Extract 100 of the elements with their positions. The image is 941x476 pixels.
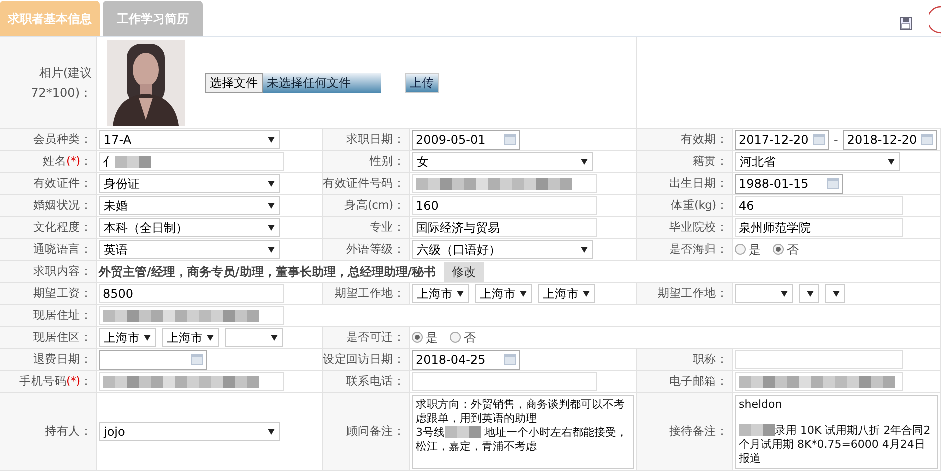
- field-label: 身高(cm)：: [344, 196, 405, 214]
- dropdown[interactable]: 女: [412, 152, 593, 171]
- field-label: 设定回访日期：: [323, 350, 405, 368]
- field-label: 专业：: [370, 218, 405, 236]
- input-field[interactable]: [412, 372, 597, 391]
- dropdown-arrow-icon: [520, 290, 527, 296]
- textarea-field[interactable]: sheldon 录用 10K 试用期八折 2年合同2个月试用期 8K*0.75=6000 4月24日报道: [735, 394, 938, 468]
- save-icon[interactable]: [900, 17, 912, 30]
- dropdown-arrow-icon: [268, 428, 275, 434]
- input-field[interactable]: 160: [412, 196, 597, 215]
- radio-option[interactable]: 否: [773, 240, 799, 258]
- calendar-icon[interactable]: [827, 178, 839, 189]
- date-field[interactable]: 2017-12-20: [735, 130, 829, 150]
- calendar-icon[interactable]: [813, 134, 825, 145]
- date-field[interactable]: 2018-12-20: [843, 130, 938, 150]
- calendar-icon[interactable]: [504, 134, 516, 145]
- dropdown[interactable]: jojo: [99, 422, 280, 441]
- radio-option[interactable]: 是: [412, 328, 438, 346]
- dropdown-arrow-icon: [207, 334, 214, 340]
- input-field[interactable]: [412, 174, 597, 193]
- input-field[interactable]: 泉州师范学院: [735, 218, 903, 237]
- field-label: 出生日期：: [669, 174, 728, 192]
- dropdown[interactable]: 17-A: [99, 130, 280, 149]
- radio-option[interactable]: 否: [450, 328, 476, 346]
- dropdown[interactable]: 本科（全日制）: [99, 218, 280, 237]
- field-label: 有效证件：: [33, 174, 92, 192]
- textarea-field[interactable]: 求职方向：外贸销售，商务谈判都可以不考虑跟单，用到英语的助理 3号线 地址一个小时左右都能接受，松江，嘉定，青浦不考虑: [412, 394, 634, 468]
- dropdown-arrow-icon: [268, 224, 275, 230]
- field-label: 求职日期：: [346, 130, 405, 148]
- field-label: 婚姻状况：: [33, 196, 92, 214]
- field-label: 现居住址：: [33, 306, 92, 324]
- input-field[interactable]: [735, 350, 903, 369]
- field-label: 退费日期：: [33, 350, 92, 368]
- dropdown[interactable]: 河北省: [735, 152, 900, 171]
- blurred-text-drawing: [115, 156, 151, 168]
- field-label: 有效证件号码：: [323, 174, 405, 192]
- calendar-icon[interactable]: [191, 354, 203, 365]
- dropdown-arrow-icon: [268, 180, 275, 186]
- input-field[interactable]: [99, 306, 284, 325]
- dropdown-arrow-icon: [833, 290, 840, 296]
- date-field[interactable]: 2018-04-25: [412, 350, 520, 370]
- field-label: 手机号码(*)：: [20, 372, 92, 390]
- dropdown-arrow-icon: [144, 334, 151, 340]
- upload-button[interactable]: 上传: [405, 72, 439, 92]
- input-field[interactable]: 国际经济与贸易: [412, 218, 597, 237]
- field-label: 期望工资：: [33, 284, 92, 302]
- dropdown[interactable]: 上海市: [412, 284, 469, 303]
- calendar-icon[interactable]: [504, 354, 516, 365]
- dropdown-arrow-icon: [271, 334, 278, 340]
- field-label: 是否可迁：: [346, 328, 405, 346]
- dropdown[interactable]: 上海市: [538, 284, 595, 303]
- field-label: 电子邮箱：: [669, 372, 728, 390]
- dropdown[interactable]: 身份证: [99, 174, 280, 193]
- input-field[interactable]: 46: [735, 196, 903, 215]
- field-label: 文化程度：: [33, 218, 92, 236]
- dropdown[interactable]: [825, 284, 845, 303]
- field-label: 顾问备注：: [346, 422, 405, 440]
- dropdown-arrow-icon: [268, 202, 275, 208]
- dropdown-arrow-icon: [807, 290, 814, 296]
- dropdown-arrow-icon: [583, 290, 590, 296]
- calendar-icon[interactable]: [921, 134, 934, 145]
- dropdown[interactable]: 上海市: [475, 284, 532, 303]
- field-label: 期望工作地：: [334, 284, 405, 302]
- dropdown[interactable]: 上海市: [162, 328, 219, 347]
- dropdown[interactable]: [799, 284, 819, 303]
- dropdown-arrow-icon: [268, 246, 275, 252]
- dropdown-arrow-icon: [457, 290, 464, 296]
- input-field[interactable]: 8500: [99, 284, 284, 303]
- edit-button[interactable]: 修改: [444, 262, 484, 282]
- input-field[interactable]: [735, 372, 903, 391]
- choose-file-button[interactable]: 选择文件: [205, 72, 263, 92]
- dropdown[interactable]: 上海市: [99, 328, 156, 347]
- date-field[interactable]: [99, 350, 207, 370]
- dropdown-arrow-icon: [781, 290, 788, 296]
- range-separator: -: [834, 132, 838, 148]
- dropdown-arrow-icon: [581, 158, 588, 164]
- field-label: 现居住区：: [33, 328, 92, 346]
- job-wanted-text: 外贸主管/经理，商务专员/助理，董事长助理，总经理助理/秘书: [99, 264, 436, 280]
- date-field[interactable]: 2009-05-01: [412, 130, 520, 150]
- date-field[interactable]: 1988-01-15: [735, 174, 843, 194]
- field-label: 相片(建议72*100)：: [30, 64, 92, 102]
- radio-option[interactable]: 是: [735, 240, 761, 258]
- file-status: 未选择任何文件: [263, 72, 381, 92]
- field-label: 是否海归：: [669, 240, 728, 258]
- dropdown-arrow-icon: [268, 136, 275, 142]
- field-label: 通晓语言：: [33, 240, 92, 258]
- input-field[interactable]: [99, 372, 284, 391]
- field-label: 外语等级：: [346, 240, 405, 258]
- field-label: 持有人：: [45, 422, 92, 440]
- field-label: 姓名(*)：: [43, 152, 92, 170]
- input-field[interactable]: 亻: [99, 152, 284, 171]
- dropdown[interactable]: 未婚: [99, 196, 280, 215]
- dropdown-arrow-icon: [888, 158, 895, 164]
- dropdown[interactable]: 英语: [99, 240, 280, 259]
- dropdown[interactable]: 六级（口语好）: [412, 240, 593, 259]
- field-label: 期望工作地：: [658, 284, 728, 302]
- field-label: 毕业院校：: [669, 218, 728, 236]
- field-label: 求职内容：: [33, 262, 92, 280]
- field-label: 有效期：: [681, 130, 728, 148]
- field-label: 职称：: [692, 350, 728, 368]
